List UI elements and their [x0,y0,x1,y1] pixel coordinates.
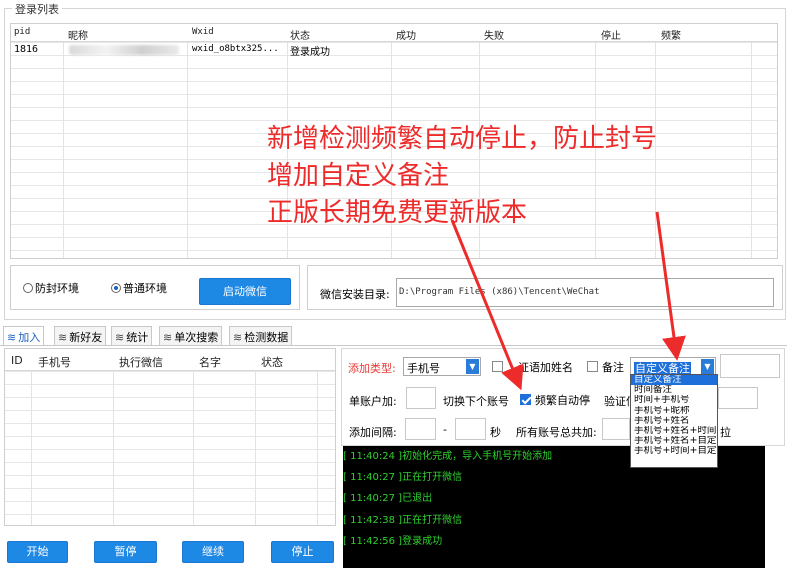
annotation-arrows [450,211,686,391]
arrow-to-freq-stop-icon [450,219,524,391]
arrow-to-note-select-icon [655,211,686,361]
